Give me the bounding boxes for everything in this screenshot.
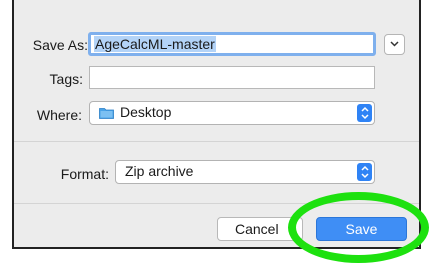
save-as-label: Save As: <box>32 37 88 53</box>
footer-divider <box>14 203 419 204</box>
save-as-value: AgeCalcML-master <box>94 36 216 52</box>
save-button[interactable]: Save <box>316 217 407 241</box>
tags-label: Tags: <box>49 71 83 87</box>
folder-icon <box>99 108 114 119</box>
cancel-button[interactable]: Cancel <box>217 217 303 241</box>
save-as-input[interactable]: AgeCalcML-master <box>88 32 376 56</box>
up-down-arrows-icon <box>360 106 369 120</box>
where-popup-arrows <box>357 104 372 122</box>
format-value: Zip archive <box>125 163 194 179</box>
format-label: Format: <box>60 166 109 182</box>
expand-dialog-button[interactable] <box>384 34 405 55</box>
chevron-down-icon <box>390 41 399 47</box>
section-divider <box>14 141 419 142</box>
format-popup-arrows <box>357 163 372 181</box>
up-down-arrows-icon <box>360 165 369 179</box>
where-popup[interactable]: Desktop <box>89 101 375 125</box>
save-dialog: Save As: AgeCalcML-master Tags: Where: D… <box>12 0 421 249</box>
where-label: Where: <box>36 107 82 123</box>
where-value: Desktop <box>120 104 172 120</box>
tags-input[interactable] <box>89 66 375 89</box>
format-popup[interactable]: Zip archive <box>115 160 375 184</box>
